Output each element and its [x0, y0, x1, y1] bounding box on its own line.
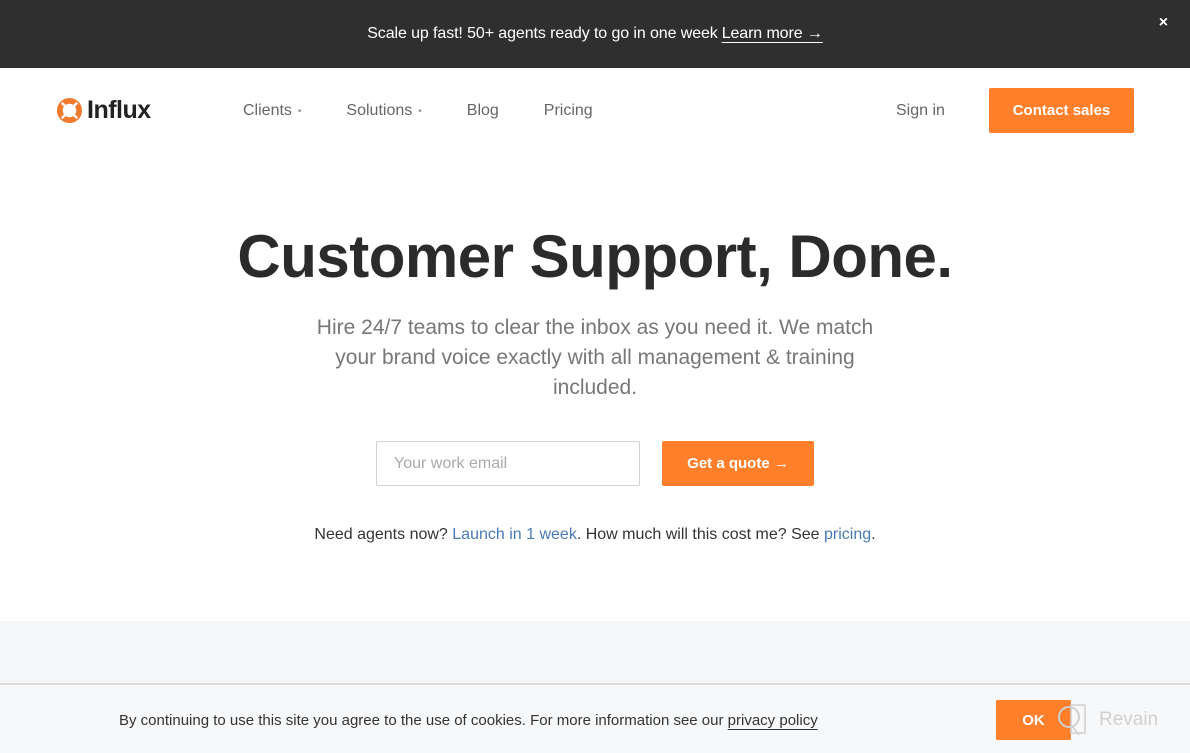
pricing-link[interactable]: pricing: [824, 526, 871, 543]
get-quote-button[interactable]: Get a quote →: [662, 441, 814, 486]
nav-label: Blog: [466, 102, 499, 119]
promo-text: Scale up fast! 50+ agents ready to go in…: [367, 25, 718, 42]
lifebuoy-icon: [56, 97, 83, 123]
learn-more-link[interactable]: Learn more →: [722, 25, 823, 43]
promo-banner: Scale up fast! 50+ agents ready to go in…: [0, 0, 1190, 68]
work-email-input[interactable]: [376, 441, 640, 486]
logo[interactable]: Influx: [56, 94, 151, 126]
nav-item-pricing[interactable]: Pricing: [544, 102, 593, 120]
nav-label: Solutions: [346, 102, 413, 119]
dropdown-icon: •: [297, 105, 302, 117]
watermark-text: Revain: [1099, 709, 1159, 730]
launch-link[interactable]: Launch in 1 week: [452, 526, 577, 543]
dropdown-icon: •: [418, 105, 422, 117]
nav-item-blog[interactable]: Blog: [467, 102, 499, 120]
nav-item-solutions[interactable]: Solutions •: [346, 102, 421, 120]
sign-in-link[interactable]: Sign in: [896, 102, 945, 120]
contact-sales-button[interactable]: Contact sales: [989, 88, 1134, 133]
main-nav: Clients • Solutions • Blog Pricing: [243, 102, 638, 120]
cookie-banner: By continuing to use this site you agree…: [0, 683, 1190, 753]
cookie-text: By continuing to use this site you agree…: [119, 712, 818, 729]
hero-subtitle: Hire 24/7 teams to clear the inbox as yo…: [316, 316, 874, 399]
hero-title: Customer Support, Done.: [237, 223, 953, 290]
watermark: Revain: [1057, 703, 1158, 737]
brand-name: Influx: [87, 95, 151, 124]
revain-logo-icon: [1058, 704, 1086, 736]
note-middle: . How much will this cost me? See: [576, 526, 820, 543]
nav-label: Clients: [243, 102, 292, 119]
privacy-policy-link[interactable]: privacy policy: [728, 712, 818, 729]
close-icon[interactable]: ×: [1159, 14, 1168, 32]
nav-label: Pricing: [543, 102, 593, 119]
navbar: Influx Clients • Solutions • Blog Pricin…: [0, 68, 1190, 154]
hero-note: Need agents now? Launch in 1 week. How m…: [0, 526, 1190, 544]
cookie-message: By continuing to use this site you agree…: [119, 712, 724, 729]
note-suffix: .: [871, 526, 876, 543]
nav-item-clients[interactable]: Clients •: [243, 102, 301, 120]
note-prefix: Need agents now?: [314, 526, 448, 543]
